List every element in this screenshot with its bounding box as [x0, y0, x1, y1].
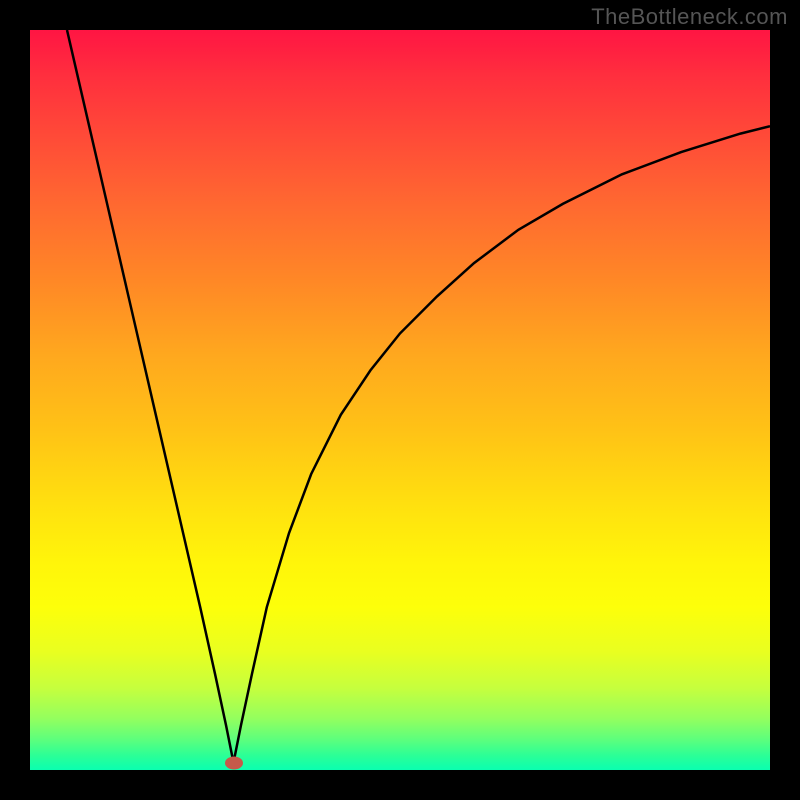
watermark-text: TheBottleneck.com [591, 4, 788, 30]
chart-marker-dot [225, 756, 243, 769]
chart-plot-area [30, 30, 770, 770]
chart-curve [67, 30, 770, 763]
chart-curve-svg [30, 30, 770, 770]
